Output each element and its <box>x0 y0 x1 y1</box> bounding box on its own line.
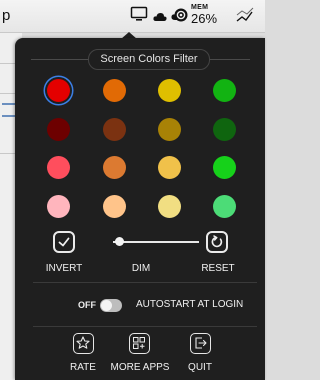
star-icon <box>76 336 90 349</box>
divider <box>33 326 257 327</box>
color-swatch-e16a05[interactable] <box>103 79 126 102</box>
autostart-toggle[interactable] <box>100 299 122 312</box>
quit-label: QUIT <box>188 362 212 373</box>
color-swatch-f0c14a[interactable] <box>158 156 181 179</box>
color-swatch-16d11a[interactable] <box>213 156 236 179</box>
dim-label: DIM <box>131 263 151 274</box>
autostart-label: AUTOSTART AT LOGIN <box>136 299 244 310</box>
color-swatch-6d0000[interactable] <box>47 118 70 141</box>
color-swatch-e40000[interactable] <box>47 79 70 102</box>
toggle-knob <box>101 300 112 311</box>
display-icon[interactable] <box>130 6 148 27</box>
cloud-icon[interactable] <box>153 9 167 27</box>
more-apps-button[interactable] <box>129 333 150 354</box>
reset-label: RESET <box>201 263 235 274</box>
color-swatch-ff4e5d[interactable] <box>47 156 70 179</box>
apps-grid-icon <box>133 337 145 349</box>
color-swatch-7b3211[interactable] <box>103 118 126 141</box>
stats-icon[interactable] <box>235 6 257 29</box>
quit-button[interactable] <box>190 333 211 354</box>
screen-colors-popover: Screen Colors Filter INVERT DIM RESET OF… <box>15 38 265 380</box>
dim-slider-track[interactable] <box>113 241 199 243</box>
rate-label: RATE <box>70 362 96 373</box>
color-swatch-dfbf00[interactable] <box>158 79 181 102</box>
invert-button[interactable] <box>53 231 75 253</box>
color-swatch-a88206[interactable] <box>158 118 181 141</box>
color-swatch-dc7a31[interactable] <box>103 156 126 179</box>
color-swatch-0f650f[interactable] <box>213 118 236 141</box>
app-menu-name[interactable]: p <box>2 7 10 24</box>
color-swatch-ffc48a[interactable] <box>103 195 126 218</box>
color-swatch-f1de82[interactable] <box>158 195 181 218</box>
invert-label: INVERT <box>45 263 83 274</box>
dim-slider-handle[interactable] <box>115 237 125 246</box>
memory-indicator[interactable]: MEM 26% <box>191 4 229 25</box>
memory-value: 26% <box>191 11 218 26</box>
color-swatch-ffb5bd[interactable] <box>47 195 70 218</box>
color-swatch-4cdc77[interactable] <box>213 195 236 218</box>
memory-label: MEM <box>191 4 209 11</box>
vpn-icon[interactable] <box>173 8 189 27</box>
autostart-state-label: OFF <box>78 300 96 310</box>
exit-icon <box>195 337 207 349</box>
color-swatch-12b312[interactable] <box>213 79 236 102</box>
rate-button[interactable] <box>73 333 94 354</box>
more-apps-label: MORE APPS <box>110 362 170 373</box>
popover-title: Screen Colors Filter <box>88 49 210 70</box>
divider <box>33 282 257 283</box>
reset-button[interactable] <box>206 231 228 253</box>
